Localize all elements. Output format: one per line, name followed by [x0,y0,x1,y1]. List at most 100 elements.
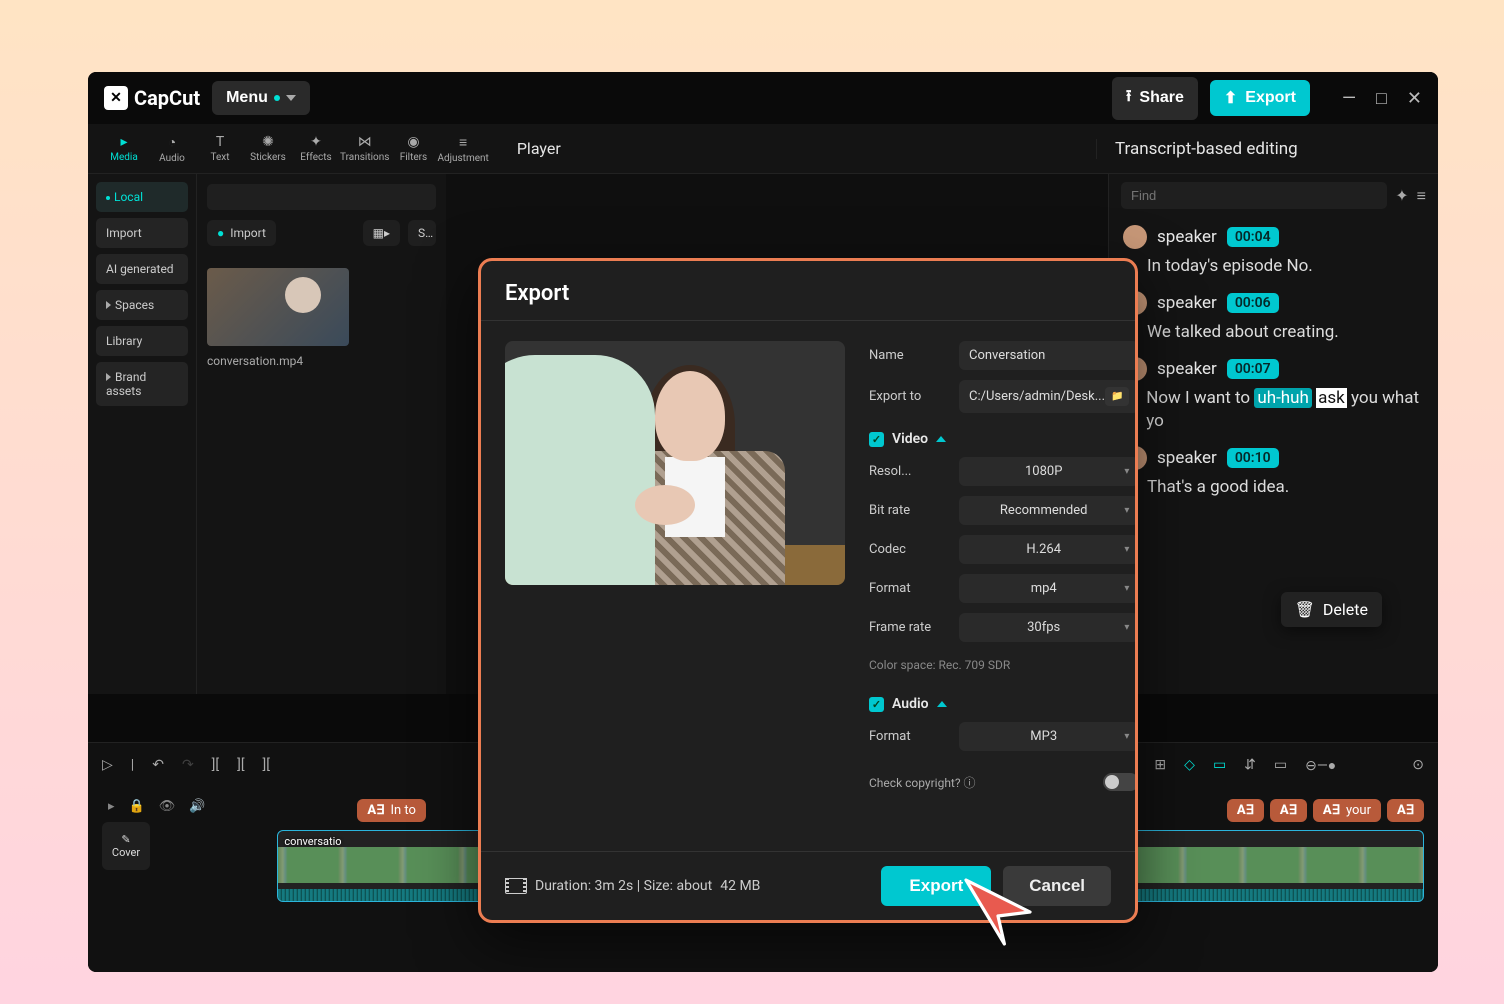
tool-transitions[interactable]: ⋈Transitions [340,130,389,168]
tl-opt-5-icon[interactable]: ▭ [1274,757,1287,773]
codec-label: Codec [869,542,949,557]
format-label: Format [869,581,949,596]
titlebar: ✕ CapCut Menu ⭱ Share ⬆ Export — □ ✕ [88,72,1438,124]
track-expand-icon[interactable]: ▸ [108,799,115,814]
window-close[interactable]: ✕ [1407,88,1422,109]
transcript-entry[interactable]: speaker 00:04 1 In today's episode No. [1109,219,1438,285]
transcript-entry[interactable]: speaker 00:06 2 We talked about creating… [1109,285,1438,351]
tl-opt-3-icon[interactable]: ▭ [1213,757,1226,773]
sidebar-item-brand-assets[interactable]: Brand assets [96,362,188,406]
sparkle-icon[interactable]: ✦ [1395,186,1408,205]
film-icon [505,878,527,894]
transcript-head: Transcript-based editing [1096,139,1426,159]
adjustment-icon: ≡ [459,134,467,151]
transcript-pill[interactable]: A∃ [1270,799,1307,822]
format-select[interactable]: mp4▾ [959,574,1135,603]
speaker-name: speaker [1157,448,1217,468]
export-to-field[interactable]: C:/Users/admin/Desk... 📁 [959,380,1135,413]
resolution-select[interactable]: 1080P▾ [959,457,1135,486]
export-button-titlebar[interactable]: ⬆ Export [1210,80,1310,116]
tool-media[interactable]: ▸Media [100,130,148,168]
split-right-icon[interactable]: ]​[ [263,757,270,773]
tool-stickers[interactable]: ✺Stickers [244,130,292,168]
transcript-pill[interactable]: A∃ [1227,799,1264,822]
delete-popover[interactable]: 🗑 Delete [1281,592,1382,627]
track-mute-icon[interactable]: 🔊 [189,799,205,814]
ae-icon: A∃ [1237,803,1254,818]
tl-opt-2-icon[interactable]: ◇ [1184,757,1195,773]
sort-dropdown[interactable]: S… [408,220,436,246]
audio-format-select[interactable]: MP3▾ [959,722,1135,751]
sidebar-item-local[interactable]: Local [96,182,188,212]
zoom-fit-icon[interactable]: ⊙ [1412,757,1424,773]
list-icon[interactable]: ≡ [1417,186,1426,206]
share-button[interactable]: ⭱ Share [1112,77,1198,120]
colorspace-text: Color space: Rec. 709 SDR [869,658,1135,672]
audio-checkbox[interactable]: ✓ [869,697,884,712]
menu-label: Menu [226,89,268,107]
tool-audio[interactable]: ◔Audio [148,130,196,168]
track-eye-icon[interactable]: 👁 [159,799,176,814]
menu-dot-icon [274,95,280,101]
bitrate-label: Bit rate [869,503,949,518]
sidebar-item-spaces[interactable]: Spaces [96,290,188,320]
export-preview [505,341,845,585]
zoom-out-icon[interactable]: ⊖—● [1305,757,1336,774]
app-name: CapCut [134,86,200,110]
transcript-entry[interactable]: speaker 00:10 4 That's a good idea. [1109,440,1438,506]
clip-thumbnail[interactable] [207,268,349,346]
sidebar-item-ai-generated[interactable]: AI generated [96,254,188,284]
window-maximize[interactable]: □ [1376,88,1387,109]
transcript-pill[interactable]: A∃your [1313,799,1381,822]
app-logo: ✕ CapCut [104,86,200,110]
transcript-panel: ✦ ≡ speaker 00:04 1 In today's episode N… [1108,174,1438,694]
app-window: ✕ CapCut Menu ⭱ Share ⬆ Export — □ ✕ ▸Me… [88,72,1438,972]
sidebar-item-import[interactable]: Import [96,218,188,248]
media-search-input[interactable] [207,184,436,210]
tool-effects[interactable]: ✦Effects [292,130,340,168]
split-icon[interactable]: ]​[ [212,757,219,773]
speaker-name: speaker [1157,293,1217,313]
pointer-tool-icon[interactable]: ▷ [102,757,113,773]
track-lock-icon[interactable]: 🔒 [129,799,145,814]
video-checkbox[interactable]: ✓ [869,432,884,447]
bitrate-select[interactable]: Recommended▾ [959,496,1135,525]
name-label: Name [869,348,949,363]
filters-icon: ◉ [407,134,419,150]
copyright-label: Check copyright? ⓘ [869,774,1093,791]
redo-icon[interactable]: ↷ [182,757,194,773]
chevron-up-icon[interactable] [937,701,947,707]
audio-section-label: Audio [892,696,929,712]
chevron-up-icon[interactable] [936,436,946,442]
sidebar-item-library[interactable]: Library [96,326,188,356]
line-text: In today's episode No. [1147,255,1313,279]
window-minimize[interactable]: — [1342,88,1356,109]
transcript-find-input[interactable] [1121,182,1387,209]
tool-adjustment[interactable]: ≡Adjustment [437,130,488,168]
ae-icon: A∃ [1397,803,1414,818]
transcript-entry[interactable]: speaker 00:07 3 Now I want to uh-huh ask… [1109,351,1438,441]
tool-text[interactable]: TText [196,130,244,168]
transcript-pill[interactable]: A∃ [1387,799,1424,822]
import-chip[interactable]: ● Import [207,220,276,246]
view-grid-icon[interactable]: ▦▸ [363,220,400,246]
line-text: That's a good idea. [1147,476,1289,500]
stickers-icon: ✺ [262,134,274,150]
name-field[interactable]: Conversation [959,341,1135,370]
split-left-icon[interactable]: ]​[ [237,757,244,773]
speaker-time: 00:04 [1227,227,1279,247]
cover-button[interactable]: ✎ Cover [102,822,150,870]
transcript-pill[interactable]: A∃In to [357,799,426,822]
avatar [1123,225,1147,249]
share-icon: ⭱ [1126,85,1132,112]
folder-icon[interactable]: 📁 [1105,387,1129,406]
tl-opt-4-icon[interactable]: ⇵ [1244,757,1256,773]
codec-select[interactable]: H.264▾ [959,535,1135,564]
menu-button[interactable]: Menu [212,81,310,115]
undo-icon[interactable]: ↶ [152,757,164,773]
framerate-select[interactable]: 30fps▾ [959,613,1135,642]
tl-opt-1-icon[interactable]: ⊞ [1154,757,1166,773]
tool-filters[interactable]: ◉Filters [389,130,437,168]
copyright-toggle[interactable] [1103,773,1135,791]
export-modal: Export Name Conversation Export to [478,258,1138,923]
